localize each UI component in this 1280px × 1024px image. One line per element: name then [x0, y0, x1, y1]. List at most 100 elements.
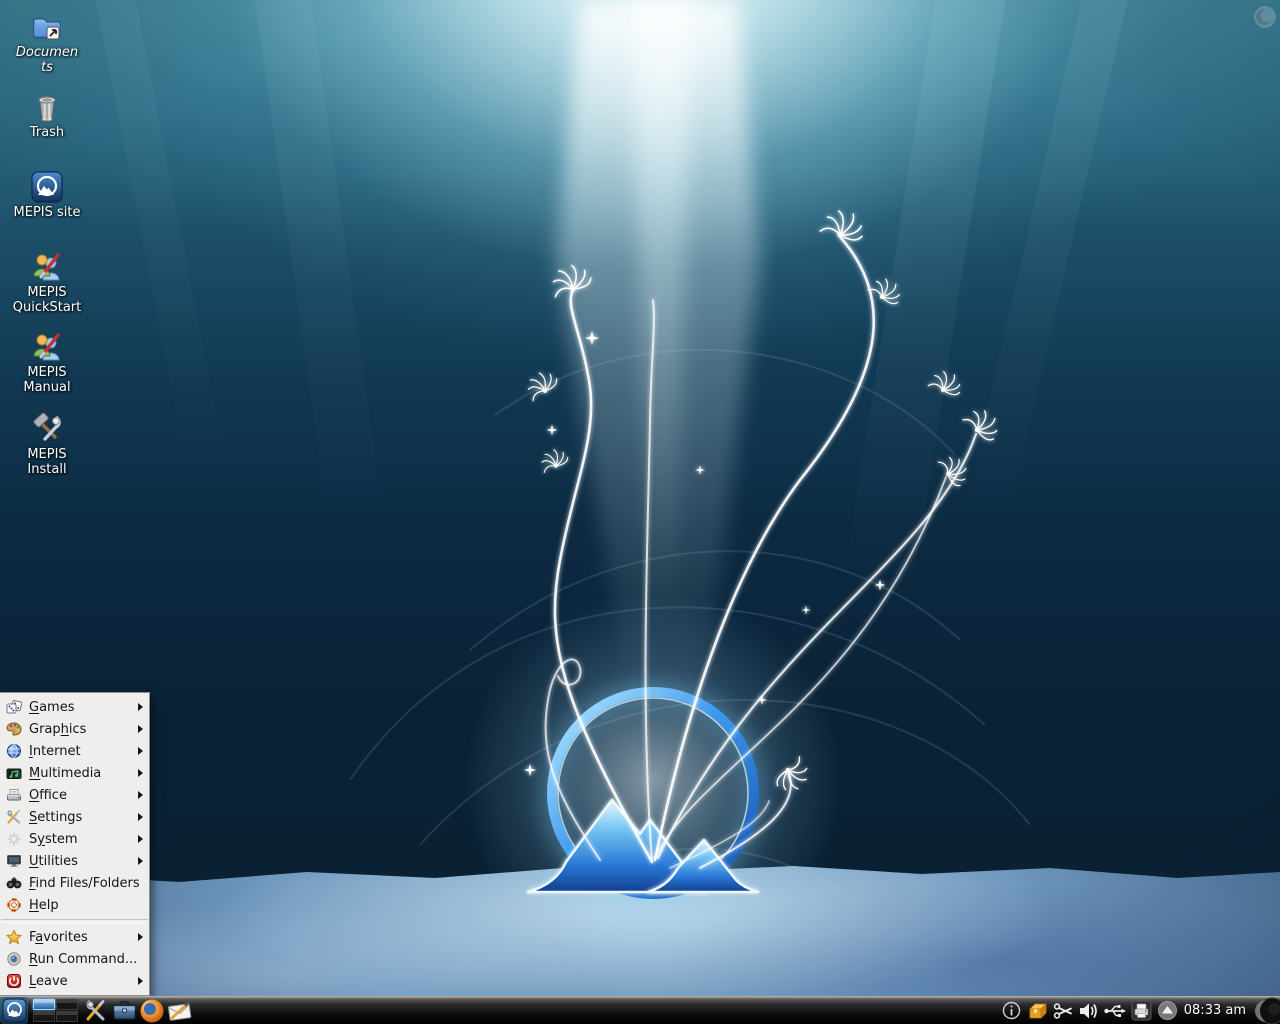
menu-item-system[interactable]: System: [0, 828, 149, 850]
printer-tray-icon[interactable]: [1131, 1000, 1152, 1021]
hammer-wrench-icon: [30, 412, 64, 446]
menu-item-favorites[interactable]: Favorites: [0, 926, 149, 948]
mepis-logo-icon: [30, 170, 64, 204]
desktop-corner-menu-icon[interactable]: [1252, 4, 1278, 30]
wallpaper-art: [0, 0, 1280, 1024]
package-updater-tray-icon[interactable]: [1027, 1000, 1048, 1021]
desktop-icon-mepis-site[interactable]: MEPIS site: [8, 170, 86, 221]
find-icon: [5, 875, 22, 892]
submenu-arrow-icon: [138, 835, 143, 843]
graphics-icon: [5, 721, 22, 738]
firefox-icon: [139, 998, 165, 1024]
utilities-icon: [5, 853, 22, 870]
menu-separator: [1, 919, 148, 923]
moon-applet-icon[interactable]: [1252, 997, 1280, 1024]
desktop-pager[interactable]: [30, 997, 80, 1024]
mepis-menu-icon: [2, 998, 27, 1023]
submenu-arrow-icon: [138, 791, 143, 799]
pager-desktop-2[interactable]: [56, 999, 78, 1010]
submenu-arrow-icon: [138, 933, 143, 941]
desktop-icon-mepis-quickstart[interactable]: MEPISQuickStart: [8, 250, 86, 315]
info-tray-icon[interactable]: [1001, 1000, 1022, 1021]
volume-tray-icon[interactable]: [1079, 1000, 1100, 1021]
panel-up-arrow[interactable]: [1157, 1000, 1178, 1021]
desktop-icon-mepis-manual[interactable]: MEPISManual: [8, 330, 86, 395]
menu-item-graphics[interactable]: Graphics: [0, 718, 149, 740]
clock[interactable]: 08:33 am: [1184, 1003, 1246, 1018]
menu-item-label: Run Command...: [29, 952, 143, 967]
klipper-tray-icon[interactable]: [1053, 1000, 1074, 1021]
desktop-icon-label: MEPISManual: [8, 366, 86, 395]
menu-item-run-command[interactable]: Run Command...: [0, 948, 149, 970]
toolbox-icon: [112, 998, 137, 1023]
light-ray: [96, 0, 245, 560]
settings-icon: [5, 809, 22, 826]
menu-item-label: Internet: [29, 744, 134, 759]
desktop-icon-mepis-install[interactable]: MEPISInstall: [8, 412, 86, 477]
submenu-arrow-icon: [138, 703, 143, 711]
menu-item-label: Favorites: [29, 930, 134, 945]
favorites-icon: [5, 929, 22, 946]
system-icon: [5, 831, 22, 848]
mepis-logo: [528, 692, 758, 894]
help-icon: [5, 897, 22, 914]
menu-item-label: Multimedia: [29, 766, 134, 781]
pager-desktop-3[interactable]: [33, 1011, 55, 1022]
menu-item-settings[interactable]: Settings: [0, 806, 149, 828]
menu-item-office[interactable]: Office: [0, 784, 149, 806]
light-ray: [938, 0, 1127, 620]
menu-item-utilities[interactable]: Utilities: [0, 850, 149, 872]
menu-item-label: Help: [29, 898, 143, 913]
desktop-icon-label: MEPISQuickStart: [8, 286, 86, 315]
menu-item-internet[interactable]: Internet: [0, 740, 149, 762]
firefox-launcher[interactable]: [138, 997, 166, 1024]
light-beam: [556, 0, 760, 710]
background-swirls: [350, 350, 1030, 905]
submenu-arrow-icon: [138, 857, 143, 865]
taskbar: 08:33 am: [0, 996, 1280, 1024]
games-icon: [5, 699, 22, 716]
mail-launcher[interactable]: [166, 997, 194, 1024]
speaker-icon: [1078, 1000, 1100, 1022]
pager-desktop-4[interactable]: [56, 1011, 78, 1022]
up-arrow-icon: [1157, 1000, 1178, 1021]
system-tray: 08:33 am: [1001, 997, 1280, 1024]
submenu-arrow-icon: [138, 747, 143, 755]
menu-item-find-files-folders[interactable]: Find Files/Folders: [0, 872, 149, 894]
menu-item-multimedia[interactable]: Multimedia: [0, 762, 149, 784]
plant-flowers: [523, 205, 1005, 797]
desktop-icon-documents[interactable]: Documents: [8, 10, 86, 75]
toolbox-launcher[interactable]: [110, 997, 138, 1024]
submenu-arrow-icon: [138, 977, 143, 985]
light-ray: [255, 0, 401, 640]
desktop-icon-label: Documents: [8, 46, 86, 75]
users-tool-icon: [30, 250, 64, 284]
menu-item-leave[interactable]: Leave: [0, 970, 149, 992]
tools-icon: [84, 998, 109, 1023]
submenu-arrow-icon: [138, 813, 143, 821]
submenu-arrow-icon: [138, 725, 143, 733]
kmenu-popup: GamesGraphics Internet Multimedia Office Set…: [0, 692, 150, 996]
leave-icon: [5, 973, 22, 990]
submenu-arrow-icon: [138, 769, 143, 777]
menu-item-help[interactable]: Help: [0, 894, 149, 916]
desktop-icon-label: MEPIS site: [8, 206, 86, 221]
menu-item-label: System: [29, 832, 134, 847]
users-tool-icon: [30, 330, 64, 364]
multimedia-icon: [5, 765, 22, 782]
menu-item-label: Find Files/Folders: [29, 876, 143, 891]
printer-icon: [1131, 1000, 1152, 1021]
kmenu-button[interactable]: [0, 997, 28, 1024]
package-icon: [1027, 1001, 1047, 1021]
menu-item-games[interactable]: Games: [0, 696, 149, 718]
plant-swirls: [546, 238, 976, 868]
desktop-icon-trash[interactable]: Trash: [8, 90, 86, 141]
menu-item-label: Leave: [29, 974, 134, 989]
pager-desktop-1[interactable]: [33, 999, 55, 1010]
menu-item-label: Settings: [29, 810, 134, 825]
system-tools-launcher[interactable]: [82, 997, 110, 1024]
internet-icon: [5, 743, 22, 760]
usb-device-tray-icon[interactable]: [1105, 1000, 1126, 1021]
scissors-icon: [1053, 1001, 1073, 1021]
light-ray: [825, 0, 1006, 700]
